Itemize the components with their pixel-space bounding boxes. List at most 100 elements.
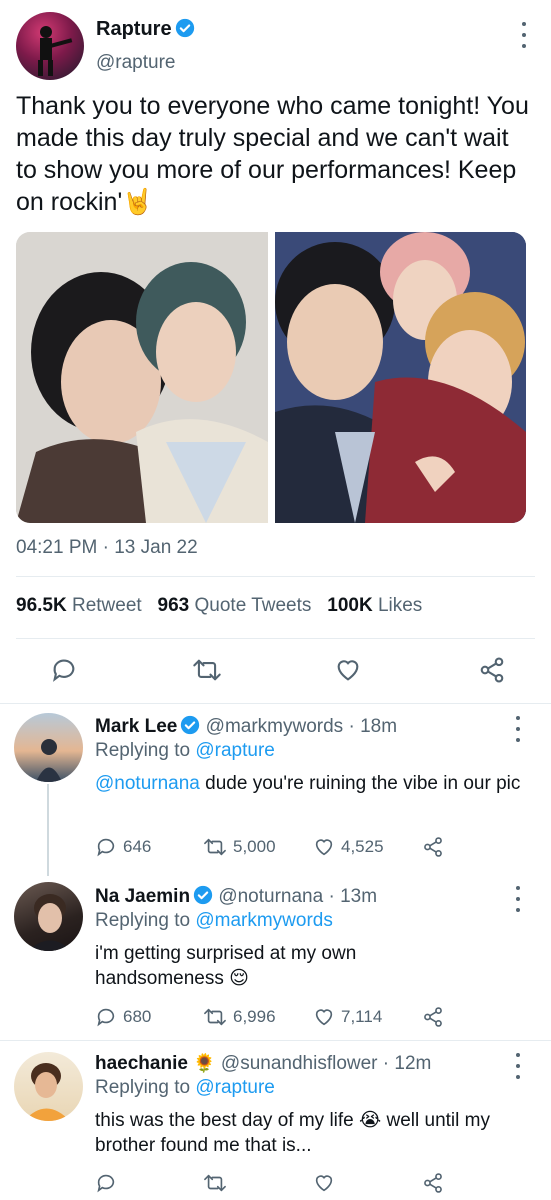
- reply-avatar-mark[interactable]: [14, 713, 83, 782]
- share-icon: [424, 837, 442, 857]
- share-button[interactable]: [478, 656, 506, 689]
- heart-icon: [315, 839, 333, 856]
- retweet-icon: [204, 1174, 226, 1192]
- tweet-time: 04:21 PM: [16, 537, 98, 558]
- tweet-date: 13 Jan 22: [114, 537, 198, 558]
- mention-link[interactable]: @noturnana: [95, 773, 200, 794]
- reply-share-button[interactable]: [422, 1006, 444, 1028]
- like-button[interactable]: [334, 656, 362, 689]
- tweet-stats: 96.5K Retweet 963 Quote Tweets 100K Like…: [16, 595, 422, 617]
- reply-text: this was the best day of my life 😭 well …: [95, 1108, 515, 1158]
- reply-header: Na Jaemin @noturnana · 13m: [95, 885, 377, 908]
- author-name[interactable]: Rapture: [96, 18, 172, 40]
- reply-icon: [53, 659, 75, 682]
- replying-to-label: Replying to: [95, 1077, 191, 1098]
- verified-badge-icon: [181, 715, 200, 735]
- reply-avatar-jaemin[interactable]: [14, 882, 83, 951]
- replying-to: Replying to @rapture: [95, 740, 275, 762]
- sunflower-emoji: 🌻: [193, 1053, 216, 1073]
- avatar-figure: [36, 739, 62, 782]
- more-options-icon[interactable]: [508, 716, 528, 742]
- reply-like-button[interactable]: [313, 1172, 335, 1194]
- retweet-icon: [204, 1008, 226, 1026]
- share-icon: [480, 657, 504, 683]
- reply-reply-button[interactable]: 680: [95, 1006, 151, 1028]
- heart-icon: [337, 660, 359, 681]
- quotes-stat[interactable]: 963 Quote Tweets: [158, 595, 312, 616]
- tweet-media[interactable]: [16, 232, 526, 523]
- reply-avatar-haechanie[interactable]: [14, 1052, 83, 1121]
- retweet-icon: [204, 838, 226, 856]
- tweet-text-body: Thank you to everyone who came tonight! …: [16, 92, 529, 216]
- more-options-icon[interactable]: [508, 1053, 528, 1079]
- replying-to-link[interactable]: @rapture: [195, 1077, 275, 1098]
- reply-icon: [97, 1008, 115, 1027]
- replying-to-link[interactable]: @markmywords: [195, 910, 333, 931]
- relieved-face-emoji: 😌: [229, 968, 249, 989]
- reply-button[interactable]: [50, 656, 78, 689]
- like-count: 7,114: [341, 1007, 383, 1026]
- reply-retweet-button[interactable]: 5,000: [203, 836, 276, 858]
- divider: [16, 638, 535, 639]
- reply-time[interactable]: · 12m: [383, 1053, 432, 1074]
- reply-time[interactable]: · 18m: [348, 716, 397, 737]
- reply-header: Mark Lee @markmywords · 18m: [95, 715, 397, 738]
- more-options-icon[interactable]: [514, 22, 534, 48]
- avatar-figure: [28, 894, 72, 951]
- reply-count: 680: [123, 1007, 152, 1026]
- reply-author-name[interactable]: Na Jaemin: [95, 886, 190, 907]
- photo-left[interactable]: [16, 232, 268, 523]
- retweet-button[interactable]: [192, 656, 222, 689]
- photo-right[interactable]: [275, 232, 526, 523]
- reply-retweet-button[interactable]: 6,996: [203, 1006, 276, 1028]
- reply-time[interactable]: · 13m: [328, 886, 377, 907]
- tweet-text: Thank you to everyone who came tonight! …: [16, 90, 531, 218]
- reply-icon: [97, 838, 115, 857]
- reply-author-name[interactable]: Mark Lee: [95, 716, 177, 737]
- reply-author-name[interactable]: haechanie: [95, 1053, 188, 1074]
- reply-count: 646: [123, 837, 152, 856]
- reply-retweet-button[interactable]: [203, 1172, 227, 1194]
- replying-to-label: Replying to: [95, 910, 191, 931]
- share-icon: [424, 1173, 442, 1193]
- heart-icon: [315, 1175, 333, 1192]
- share-icon: [424, 1007, 442, 1027]
- reply-share-button[interactable]: [422, 836, 444, 858]
- divider: [0, 1040, 551, 1041]
- reply-share-button[interactable]: [422, 1172, 444, 1194]
- avatar-figure: [24, 1063, 70, 1121]
- like-count: 4,525: [341, 837, 384, 856]
- author-avatar[interactable]: [16, 12, 84, 80]
- reply-author-handle[interactable]: @noturnana: [218, 886, 323, 907]
- author-handle[interactable]: @rapture: [96, 52, 176, 74]
- likes-stat[interactable]: 100K Likes: [327, 595, 422, 616]
- photo-right-image: [275, 232, 526, 523]
- retweets-stat[interactable]: 96.5K Retweet: [16, 595, 142, 616]
- retweets-count: 96.5K: [16, 595, 67, 616]
- reply-author-handle[interactable]: @sunandhisflower: [221, 1053, 378, 1074]
- reply-body: dude you're ruining the vibe in our pic: [199, 773, 521, 794]
- reply-icon: [97, 1174, 115, 1193]
- photo-left-image: [16, 232, 268, 523]
- reply-body-part1: this was the best day of my life: [95, 1110, 354, 1131]
- replying-to-label: Replying to: [95, 740, 191, 761]
- heart-icon: [315, 1009, 333, 1026]
- reply-author-handle[interactable]: @markmywords: [206, 716, 344, 737]
- retweet-count: 6,996: [233, 1007, 276, 1026]
- reply-reply-button[interactable]: 646: [95, 836, 151, 858]
- tweet-timestamp[interactable]: 04:21 PM · 13 Jan 22: [16, 537, 198, 559]
- likes-label: Likes: [377, 595, 423, 616]
- reply-reply-button[interactable]: [95, 1172, 117, 1194]
- rock-hand-emoji: 🤘: [122, 188, 154, 216]
- guitarist-silhouette-icon: [38, 26, 73, 76]
- more-options-icon[interactable]: [508, 886, 528, 912]
- date-separator: ·: [102, 537, 109, 558]
- thread-line: [47, 784, 49, 876]
- quotes-count: 963: [157, 595, 190, 616]
- verified-badge-icon: [175, 18, 194, 38]
- reply-like-button[interactable]: 7,114: [313, 1006, 382, 1028]
- divider: [0, 703, 551, 704]
- replying-to-link[interactable]: @rapture: [195, 740, 275, 761]
- retweets-label: Retweet: [71, 595, 142, 616]
- reply-like-button[interactable]: 4,525: [313, 836, 384, 858]
